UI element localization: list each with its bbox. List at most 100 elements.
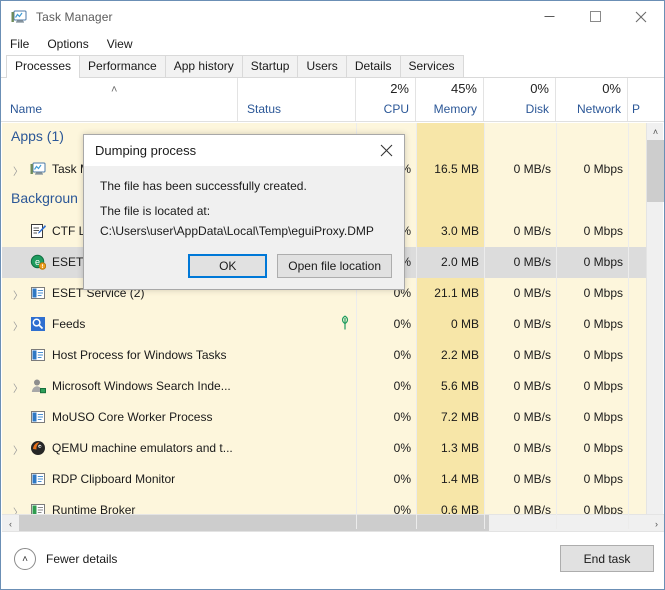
process-name: Feeds xyxy=(52,317,86,331)
process-row[interactable]: 〉 Microsoft Windows Search Inde... 0% 5.6 M… xyxy=(2,371,648,402)
cpu-total-percent: 2% xyxy=(390,81,409,96)
expand-chevron-icon[interactable]: 〉 xyxy=(13,318,23,333)
expand-chevron-icon[interactable]: 〉 xyxy=(13,287,23,302)
vertical-scrollbar-thumb[interactable] xyxy=(647,140,664,202)
row-cell-tint xyxy=(417,123,485,154)
network-value: 0 Mbps xyxy=(583,379,623,393)
memory-value: 3.0 MB xyxy=(440,224,479,238)
memory-value: 21.1 MB xyxy=(434,286,479,300)
scroll-right-icon[interactable]: › xyxy=(648,515,664,532)
task-manager-icon xyxy=(11,9,27,25)
chevron-up-icon: ˄ xyxy=(14,548,36,570)
scroll-left-icon[interactable]: ‹ xyxy=(2,515,19,532)
service-icon xyxy=(30,285,46,301)
qemu-icon xyxy=(30,440,46,456)
network-value: 0 Mbps xyxy=(583,162,623,176)
menu-view[interactable]: View xyxy=(107,35,142,53)
process-row[interactable]: Host Process for Windows Tasks 0% 2.2 MB 0 … xyxy=(2,340,648,371)
tab-processes[interactable]: Processes xyxy=(6,55,81,78)
column-header-network[interactable]: 0% Network xyxy=(556,78,628,121)
column-separator xyxy=(416,123,417,529)
column-header-power[interactable]: P xyxy=(628,78,648,121)
task-manager-icon xyxy=(30,161,46,177)
memory-value: 16.5 MB xyxy=(434,162,479,176)
network-value: 0 Mbps xyxy=(583,255,623,269)
scroll-up-icon[interactable]: ˄ xyxy=(647,123,664,140)
menu-bar: File Options View xyxy=(1,32,664,55)
column-header-disk[interactable]: 0% Disk xyxy=(484,78,556,121)
disk-value: 0 MB/s xyxy=(513,286,551,300)
open-file-location-button[interactable]: Open file location xyxy=(277,254,392,278)
dialog-title-bar: Dumping process xyxy=(84,135,404,166)
process-row[interactable]: MoUSO Core Worker Process 0% 7.2 MB 0 MB/s 0… xyxy=(2,402,648,433)
disk-value: 0 MB/s xyxy=(513,317,551,331)
tab-users[interactable]: Users xyxy=(297,55,347,77)
tab-startup[interactable]: Startup xyxy=(241,55,299,77)
process-name: QEMU machine emulators and t... xyxy=(52,441,233,455)
process-row[interactable]: RDP Clipboard Monitor 0% 1.4 MB 0 MB/s 0 Mbp… xyxy=(2,464,648,495)
ok-button[interactable]: OK xyxy=(188,254,268,278)
column-header-status[interactable]: Status xyxy=(238,78,356,121)
process-row[interactable]: 〉 QEMU machine emulators and t... 0% 1.3 MB… xyxy=(2,433,648,464)
cpu-value: 0% xyxy=(393,441,411,455)
memory-value: 2.2 MB xyxy=(440,348,479,362)
tab-services[interactable]: Services xyxy=(399,55,464,77)
close-button[interactable] xyxy=(618,1,664,32)
column-separator xyxy=(484,123,485,529)
disk-value: 0 MB/s xyxy=(513,379,551,393)
menu-file[interactable]: File xyxy=(10,35,38,53)
disk-value: 0 MB/s xyxy=(513,472,551,486)
row-cell-tint xyxy=(557,185,629,216)
network-value: 0 Mbps xyxy=(583,224,623,238)
column-header-cpu-label: CPU xyxy=(383,102,409,116)
memory-value: 1.4 MB xyxy=(440,472,479,486)
process-group-label: Apps (1) xyxy=(11,128,64,144)
maximize-button[interactable] xyxy=(572,1,618,32)
cpu-value: 0% xyxy=(393,317,411,331)
service-icon xyxy=(30,347,46,363)
process-name: RDP Clipboard Monitor xyxy=(52,472,176,486)
expand-chevron-icon[interactable]: 〉 xyxy=(13,442,23,457)
column-separator xyxy=(556,123,557,529)
dialog-close-icon[interactable] xyxy=(368,135,404,166)
tab-app-history[interactable]: App history xyxy=(164,55,243,77)
process-name: MoUSO Core Worker Process xyxy=(52,410,213,424)
row-cell-tint xyxy=(417,185,485,216)
horizontal-scrollbar[interactable]: ‹ › xyxy=(2,514,664,532)
cpu-value: 0% xyxy=(393,472,411,486)
network-value: 0 Mbps xyxy=(583,472,623,486)
column-header-cpu[interactable]: 2% CPU xyxy=(356,78,416,121)
network-value: 0 Mbps xyxy=(583,441,623,455)
task-manager-window: Task Manager File Options View Processes… xyxy=(0,0,665,590)
process-name: Microsoft Windows Search Inde... xyxy=(52,379,231,393)
ok-button-label: OK xyxy=(219,259,237,273)
expand-chevron-icon[interactable]: 〉 xyxy=(13,163,23,178)
disk-total-percent: 0% xyxy=(530,81,549,96)
row-cell-tint xyxy=(485,123,557,154)
column-header-memory[interactable]: 45% Memory xyxy=(416,78,484,121)
title-bar: Task Manager xyxy=(1,1,664,32)
window-title: Task Manager xyxy=(36,9,113,24)
search-blue-icon xyxy=(30,316,46,332)
cpu-value: 0% xyxy=(393,348,411,362)
eset-icon: e xyxy=(30,254,47,270)
vertical-scrollbar[interactable]: ˄ ˅ xyxy=(646,123,664,529)
column-header-name[interactable]: Name xyxy=(1,78,238,121)
tab-details[interactable]: Details xyxy=(345,55,401,77)
minimize-button[interactable] xyxy=(526,1,572,32)
fewer-details-button[interactable]: ˄ Fewer details xyxy=(14,548,117,570)
expand-chevron-icon[interactable]: 〉 xyxy=(13,380,23,395)
ctf-loader-icon xyxy=(30,223,46,239)
dialog-message-line2: The file is located at: xyxy=(100,204,211,218)
process-row[interactable]: 〉 Feeds 0% 0 MB 0 MB/s 0 Mbps xyxy=(2,309,648,340)
horizontal-scrollbar-thumb[interactable] xyxy=(19,515,489,532)
menu-options[interactable]: Options xyxy=(47,35,97,53)
column-header-network-label: Network xyxy=(576,102,621,116)
cpu-value: 0% xyxy=(393,379,411,393)
end-task-button[interactable]: End task xyxy=(560,545,654,572)
tab-performance[interactable]: Performance xyxy=(79,55,166,77)
dialog-file-path: C:\Users\user\AppData\Local\Temp\eguiPro… xyxy=(100,224,374,238)
tab-strip: Processes Performance App history Startu… xyxy=(1,55,664,78)
process-name: Host Process for Windows Tasks xyxy=(52,348,227,362)
memory-value: 5.6 MB xyxy=(440,379,479,393)
